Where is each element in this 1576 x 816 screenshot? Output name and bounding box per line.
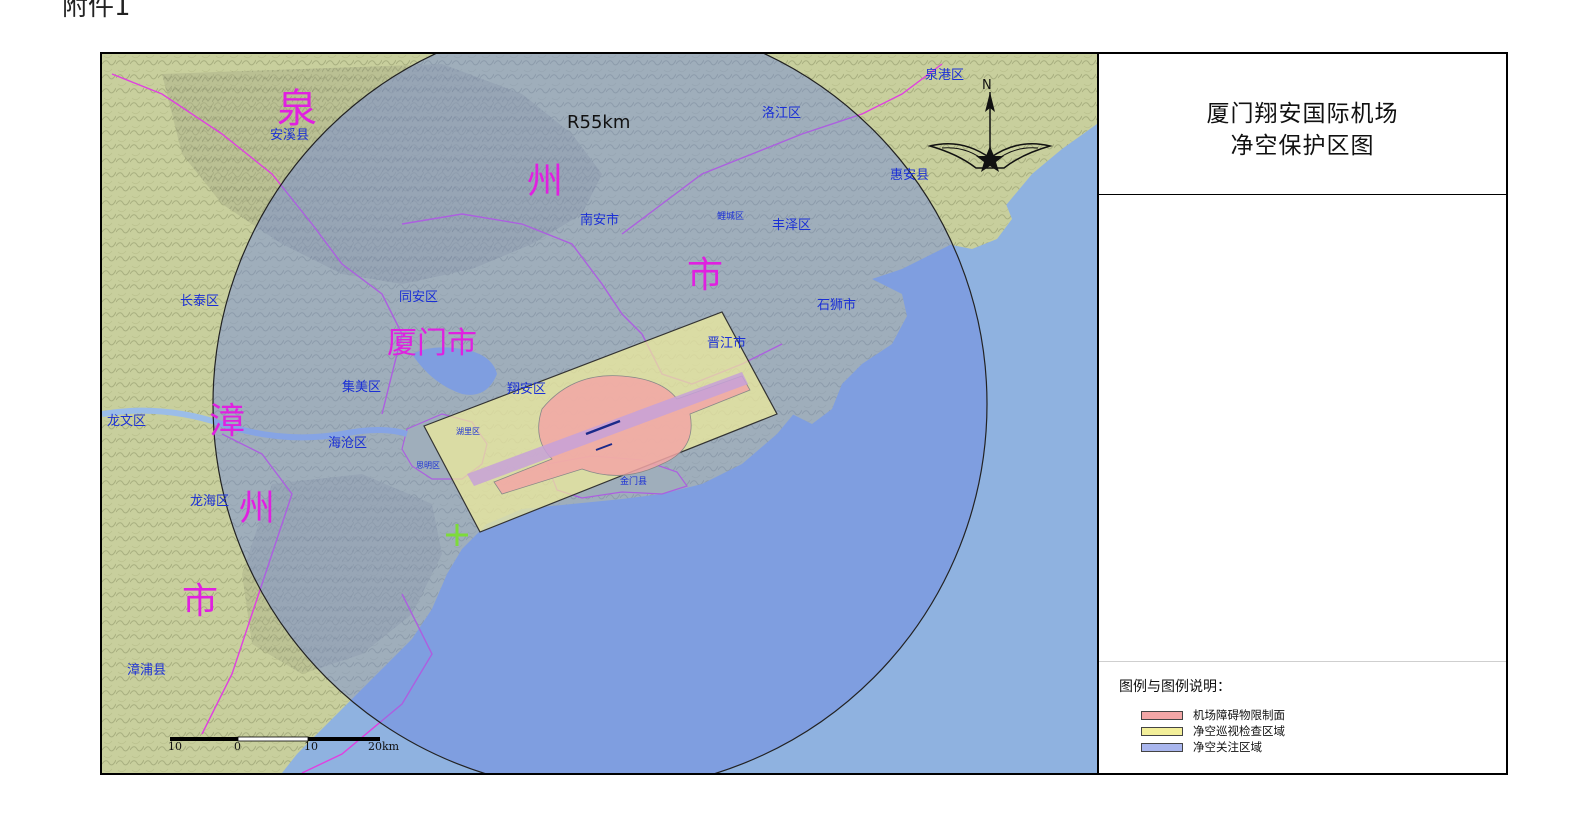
district-nanan: 南安市	[580, 213, 620, 228]
compass-north-label: N	[982, 78, 992, 93]
city-label-zhou-south: 州	[239, 488, 276, 529]
district-anxi: 安溪县	[270, 128, 310, 143]
city-label-zhang: 漳	[209, 401, 246, 442]
legend-title: 图例与图例说明：	[1119, 679, 1231, 695]
district-huian: 惠安县	[890, 168, 930, 183]
scale-tick-1: 10	[168, 740, 182, 753]
district-tongan: 同安区	[399, 290, 439, 305]
district-haicang: 海沧区	[328, 436, 368, 451]
city-label-xiamen: 厦门市	[387, 326, 477, 361]
legend-item-attention: 净空关注区域	[1141, 740, 1262, 754]
scale-tick-2: 0	[234, 740, 241, 753]
map-canvas[interactable]: N R55km 泉 州 市 漳 州 市 厦门市 安溪县 泉港区 洛江区 惠安县 …	[102, 54, 1099, 773]
title-box: 厦门翔安国际机场 净空保护区图	[1099, 54, 1506, 195]
legend-label: 净空关注区域	[1193, 740, 1262, 754]
scale-tick-4: 20km	[368, 740, 400, 753]
legend-swatch-inspection	[1141, 726, 1183, 736]
district-quangang: 泉港区	[925, 68, 965, 83]
scale-tick-3: 10	[304, 740, 318, 753]
side-panel: 厦门翔安国际机场 净空保护区图 图例与图例说明： 机场障碍物限制面 净空巡视检查…	[1099, 54, 1506, 773]
district-zhangpu: 漳浦县	[127, 663, 167, 678]
legend-label: 机场障碍物限制面	[1193, 708, 1285, 722]
legend-swatch-obstacle	[1141, 710, 1183, 720]
district-jinmen: 金门县	[620, 477, 648, 487]
attachment-note: 附件1	[62, 0, 131, 22]
district-jimei: 集美区	[342, 380, 382, 395]
legend: 图例与图例说明： 机场障碍物限制面 净空巡视检查区域 净空关注区域	[1099, 661, 1506, 774]
district-jinjiang: 晋江市	[707, 336, 747, 351]
district-licheng: 鲤城区	[717, 212, 745, 222]
district-longwen: 龙文区	[107, 414, 147, 429]
radius-label: R55km	[567, 112, 631, 133]
legend-swatch-attention	[1141, 742, 1183, 752]
compass-icon: N	[927, 78, 1053, 172]
map-title-line2: 净空保护区图	[1230, 133, 1375, 159]
district-huli: 湖里区	[456, 427, 480, 436]
legend-item-obstacle: 机场障碍物限制面	[1141, 708, 1285, 722]
legend-item-inspection: 净空巡视检查区域	[1141, 724, 1285, 738]
district-luojiang: 洛江区	[762, 106, 802, 121]
district-siming: 思明区	[416, 461, 440, 470]
district-shishi: 石狮市	[817, 298, 857, 313]
district-longhai: 龙海区	[190, 494, 230, 509]
scale-bar	[170, 736, 380, 742]
city-label-zhou-north: 州	[527, 161, 564, 202]
district-xiangan: 翔安区	[507, 382, 547, 397]
district-fengze: 丰泽区	[772, 218, 812, 233]
map-frame: N R55km 泉 州 市 漳 州 市 厦门市 安溪县 泉港区 洛江区 惠安县 …	[100, 52, 1508, 775]
map-title-line1: 厦门翔安国际机场	[1206, 101, 1399, 127]
legend-label: 净空巡视检查区域	[1193, 724, 1285, 738]
district-changtai: 长泰区	[180, 294, 220, 309]
city-label-shi-north: 市	[687, 255, 724, 296]
city-label-shi-south: 市	[182, 581, 219, 622]
